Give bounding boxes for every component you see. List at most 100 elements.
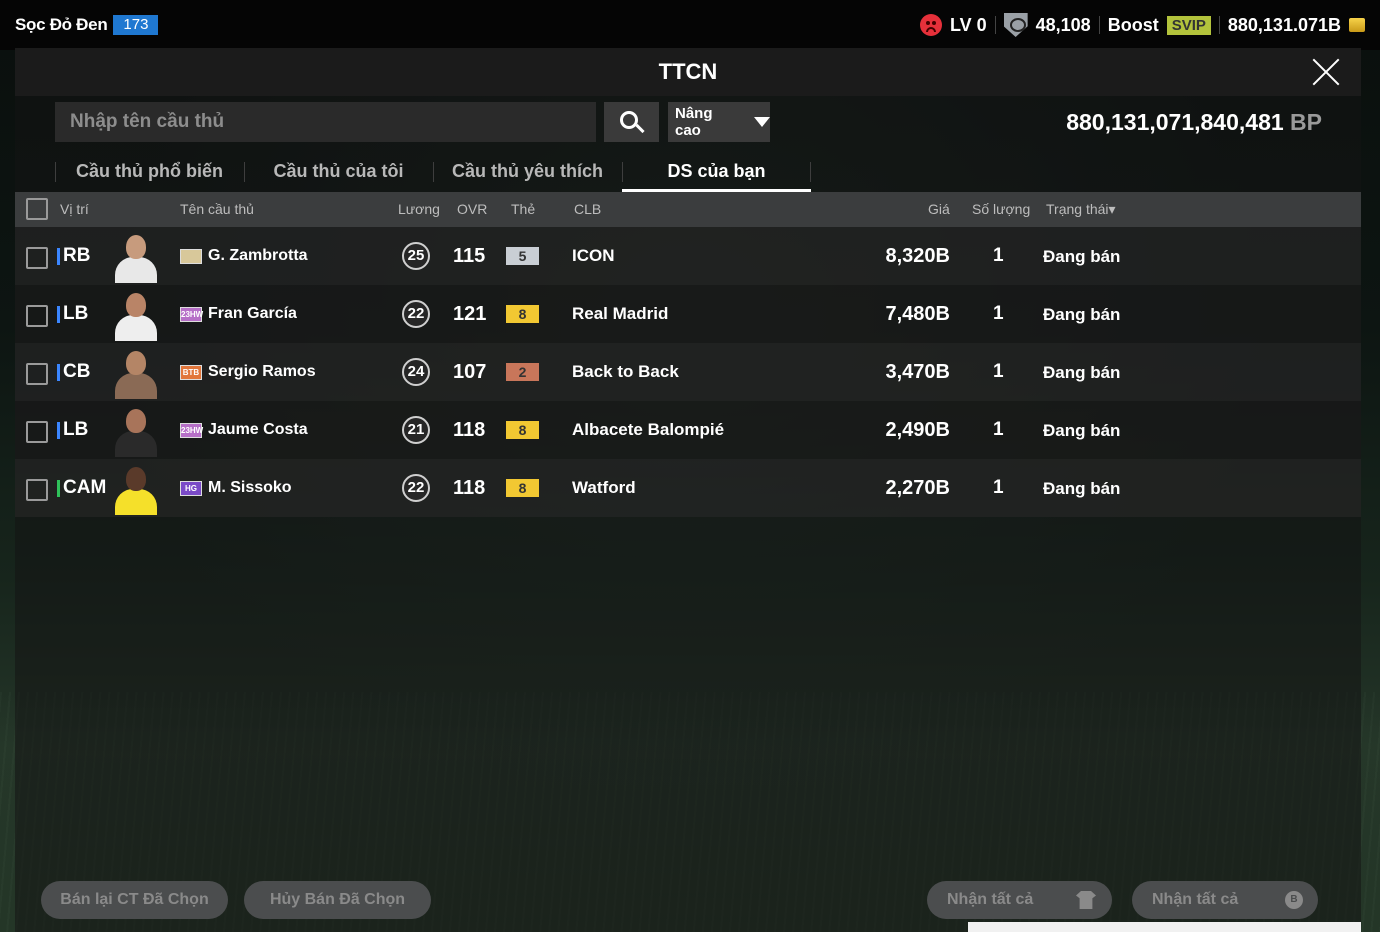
col-status[interactable]: Trạng thái▾ [1046, 201, 1116, 218]
season-badge: HG [180, 481, 202, 496]
select-all-checkbox[interactable] [26, 198, 48, 220]
table-row[interactable]: CB BTB Sergio Ramos 24 107 2 Back to Bac… [15, 343, 1361, 401]
close-button[interactable] [1311, 57, 1341, 87]
coin-icon: B [1285, 891, 1303, 909]
trophy-shield-icon [1003, 13, 1028, 37]
quantity: 1 [993, 361, 1004, 382]
divider [1098, 16, 1100, 34]
position: LB [57, 419, 88, 441]
status: Đang bán [1043, 421, 1121, 440]
col-quantity[interactable]: Số lượng [972, 201, 1030, 217]
row-checkbox[interactable] [26, 421, 48, 443]
level-text: LV 0 [949, 14, 987, 35]
table-row[interactable]: CAM HG M. Sissoko 22 118 8 Watford 2,270… [15, 459, 1361, 517]
col-ovr[interactable]: OVR [457, 201, 487, 217]
card-grade: 8 [506, 421, 539, 439]
overlay-edge [968, 922, 1361, 932]
club-name: ICON [572, 246, 615, 265]
card-grade: 8 [506, 479, 539, 497]
club-name: Real Madrid [572, 304, 669, 323]
quantity: 1 [993, 419, 1004, 440]
price: 2,490B [885, 419, 951, 441]
table-row[interactable]: LB 23HW Fran García 22 121 8 Real Madrid… [15, 285, 1361, 343]
col-position[interactable]: Vị trí [60, 201, 89, 217]
season-badge: 23HW [180, 307, 203, 322]
club-name: Watford [572, 478, 636, 497]
player-avatar [111, 231, 161, 283]
resell-selected-button[interactable]: Bán lại CT Đã Chọn [41, 881, 228, 919]
wage-badge: 25 [402, 242, 430, 270]
player-avatar [111, 347, 161, 399]
listing-table: RB G. Zambrotta 25 115 5 ICON 8,320B 1 Đ… [15, 227, 1361, 517]
player-avatar [111, 289, 161, 341]
tab-favorite-players[interactable]: Cầu thủ yêu thích [433, 152, 622, 190]
price: 2,270B [885, 477, 951, 499]
bp-value: 880,131,071,840,481 [1066, 108, 1284, 135]
tab-bar: Cầu thủ phổ biến Cầu thủ của tôi Cầu thủ… [55, 152, 811, 192]
row-checkbox[interactable] [26, 247, 48, 269]
player-name: G. Zambrotta [208, 247, 308, 264]
advanced-search-dropdown[interactable]: Nâng cao [668, 102, 770, 142]
quantity: 1 [993, 303, 1004, 324]
divider [1218, 16, 1220, 34]
player-name: Fran García [208, 305, 297, 322]
card-grade: 5 [506, 247, 539, 265]
search-button[interactable] [604, 102, 659, 142]
wage-badge: 22 [402, 300, 430, 328]
team-name: Sọc Đỏ Đen [15, 15, 108, 34]
player-search-input[interactable] [55, 102, 596, 142]
quantity: 1 [993, 477, 1004, 498]
quantity: 1 [993, 245, 1004, 266]
player-name: M. Sissoko [208, 479, 292, 496]
cancel-selected-button[interactable]: Hủy Bán Đã Chọn [244, 881, 431, 919]
ovr-value: 118 [453, 419, 486, 441]
row-checkbox[interactable] [26, 479, 48, 501]
club-name: Back to Back [572, 362, 679, 381]
claim-all-coins-button[interactable]: Nhận tất cả B [1132, 881, 1318, 919]
table-row[interactable]: RB G. Zambrotta 25 115 5 ICON 8,320B 1 Đ… [15, 227, 1361, 285]
bp-unit: BP [1290, 108, 1322, 135]
panel-header: TTCN [15, 48, 1361, 96]
col-player-name[interactable]: Tên cầu thủ [180, 201, 254, 217]
top-bar: Sọc Đỏ Đen 173 LV 0 48,108 Boost SVIP 88… [0, 0, 1380, 50]
svip-badge: SVIP [1166, 15, 1211, 35]
sad-face-icon [919, 14, 942, 36]
panel-title: TTCN [658, 59, 718, 84]
wage-badge: 21 [402, 416, 430, 444]
status: Đang bán [1043, 479, 1121, 498]
col-wage[interactable]: Lương [398, 201, 440, 217]
ovr-value: 118 [453, 477, 486, 499]
season-badge: BTB [180, 365, 202, 380]
tab-your-list[interactable]: DS của bạn [622, 152, 811, 192]
wage-badge: 22 [402, 474, 430, 502]
team-level-badge: 173 [113, 15, 159, 35]
season-badge [180, 249, 202, 264]
ovr-value: 121 [453, 303, 487, 325]
bp-balance: 880,131,071,840,481 BP [1066, 109, 1345, 136]
claim-all-players-button[interactable]: Nhận tất cả [927, 881, 1112, 919]
advanced-label: Nâng cao [675, 105, 713, 139]
table-row[interactable]: LB 23HW Jaume Costa 21 118 8 Albacete Ba… [15, 401, 1361, 459]
coins-value: 880,131.071B [1227, 14, 1341, 35]
season-badge: 23HW [180, 423, 203, 438]
col-card[interactable]: Thẻ [511, 201, 535, 217]
col-price[interactable]: Giá [928, 201, 950, 217]
wage-badge: 24 [402, 358, 430, 386]
trophies-value: 48,108 [1035, 14, 1091, 35]
player-avatar [111, 405, 161, 457]
position: CAM [57, 477, 106, 499]
transfer-market-panel: TTCN Nâng cao 880,131,071,840,481 BP Cầu… [15, 48, 1361, 932]
row-checkbox[interactable] [26, 363, 48, 385]
player-name: Sergio Ramos [208, 363, 316, 380]
top-stats: LV 0 48,108 Boost SVIP 880,131.071B [919, 13, 1365, 37]
status: Đang bán [1043, 247, 1121, 266]
row-checkbox[interactable] [26, 305, 48, 327]
col-club[interactable]: CLB [574, 201, 601, 217]
tab-popular-players[interactable]: Cầu thủ phổ biến [55, 152, 244, 190]
tab-my-players[interactable]: Cầu thủ của tôi [244, 152, 433, 190]
coin-icon [1349, 18, 1365, 32]
price: 3,470B [885, 361, 951, 383]
status: Đang bán [1043, 305, 1121, 324]
chevron-down-icon [754, 117, 770, 127]
boost-label[interactable]: Boost [1108, 15, 1159, 36]
